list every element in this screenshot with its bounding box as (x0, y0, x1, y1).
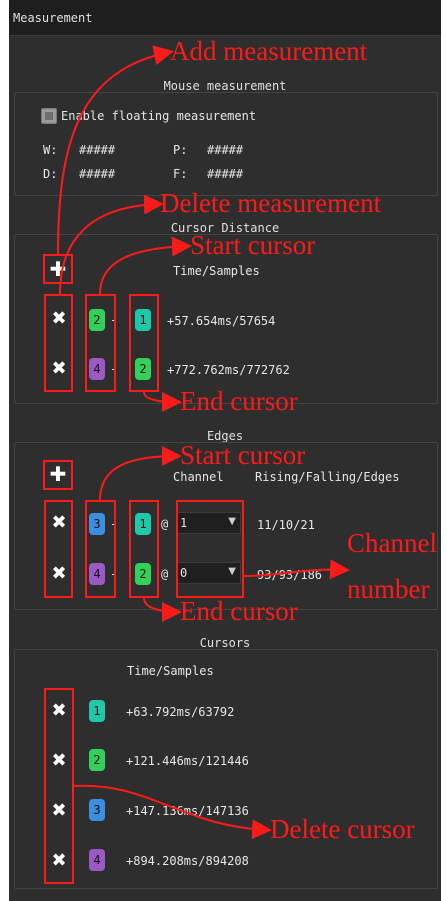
cursor-badge[interactable]: 2 (89, 749, 105, 771)
p-value: ##### (207, 143, 244, 157)
edges-at-sign: @ (161, 567, 169, 581)
cursor-time-value: +894.208ms/894208 (126, 854, 249, 868)
mouse-measurement-title: Mouse measurement (163, 79, 287, 93)
cursors-column-header: Time/Samples (127, 664, 214, 678)
delete-cursor-highlight (44, 688, 74, 884)
d-label: D: (43, 167, 58, 181)
p-label: P: (173, 143, 188, 157)
annotation-add-measurement: Add measurement (170, 36, 368, 66)
edges-at-sign: @ (161, 517, 169, 531)
distance-column-header: Time/Samples (173, 264, 260, 278)
annotation-delete-cursor: Delete cursor (270, 814, 415, 844)
edges-start-cursor-highlight (85, 500, 116, 598)
cursor-time-value: +121.446ms/121446 (126, 754, 249, 768)
w-value: ##### (79, 143, 116, 157)
annotation-channel-number-line2: number (347, 574, 430, 604)
distance-value: +772.762ms/772762 (167, 363, 290, 377)
enable-floating-checkbox[interactable] (41, 108, 57, 124)
enable-floating-label: Enable floating measurement (61, 109, 257, 123)
add-measurement-highlight (43, 254, 73, 284)
annotation-end-cursor: End cursor (180, 596, 298, 626)
cursor-time-value: +147.136ms/147136 (126, 804, 249, 818)
distance-value: +57.654ms/57654 (167, 314, 276, 328)
cursor-badge[interactable]: 1 (89, 700, 105, 722)
edges-counts-value: 93/93/186 (257, 568, 323, 582)
cursor-badge[interactable]: 4 (89, 849, 105, 871)
annotation-start-cursor: Start cursor (180, 440, 306, 470)
channel-number-highlight (176, 500, 244, 598)
cursor-time-value: +63.792ms/63792 (126, 705, 235, 719)
f-label: F: (173, 167, 188, 181)
annotation-start-cursor: Start cursor (190, 230, 316, 260)
edges-counts-value: 11/10/21 (257, 518, 315, 532)
annotation-delete-measurement: Delete measurement (160, 188, 382, 218)
d-value: ##### (79, 167, 116, 181)
annotation-end-cursor: End cursor (180, 386, 298, 416)
edges-counts-header: Rising/Falling/Edges (255, 470, 400, 484)
start-cursor-highlight (85, 294, 116, 392)
cursor-badge[interactable]: 3 (89, 799, 105, 821)
f-value: ##### (207, 167, 244, 181)
cursors-title: Cursors (199, 636, 251, 650)
window-titlebar: Measurement (9, 0, 441, 36)
annotation-channel-number-line1: Channel (347, 528, 437, 558)
add-edges-highlight (43, 460, 73, 490)
edges-channel-header: Channel (173, 470, 224, 484)
w-label: W: (43, 143, 58, 157)
edges-end-cursor-highlight (129, 500, 159, 598)
window-title: Measurement (13, 11, 93, 25)
end-cursor-highlight (129, 294, 159, 392)
cursors-group (14, 649, 438, 889)
delete-measurement-highlight (44, 294, 73, 392)
delete-edges-highlight (44, 500, 73, 598)
